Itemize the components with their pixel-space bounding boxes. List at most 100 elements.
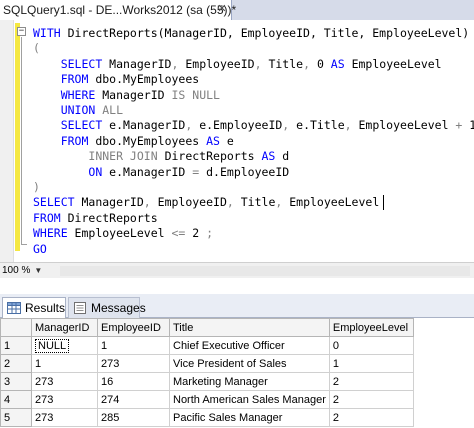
code-token: , — [344, 118, 359, 133]
grid-cell[interactable]: North American Sales Manager — [169, 390, 330, 409]
grid-cell[interactable]: 285 — [97, 408, 170, 427]
code-token: WITH — [33, 26, 68, 40]
editor-margin — [0, 20, 14, 262]
tab-results-label: Results — [25, 301, 66, 315]
results-grid[interactable]: ManagerID EmployeeID Title EmployeeLevel… — [0, 318, 474, 428]
code-token: SELECT — [60, 118, 110, 133]
code-token: = — [192, 164, 207, 179]
table-row[interactable]: 3 273 16 Marketing Manager 2 — [0, 372, 414, 391]
code-token: FROM — [60, 72, 96, 87]
grid-cell[interactable]: NULL — [31, 336, 98, 355]
grid-cell[interactable]: 273 — [31, 408, 98, 427]
code-token: d.EmployeeID — [206, 164, 290, 179]
code-token: ManagerID — [102, 87, 172, 102]
code-token: EmployeeLevel — [358, 118, 456, 133]
code-token: SELECT — [60, 56, 110, 71]
code-token: ON — [88, 164, 110, 179]
query-editor[interactable]: − WITH DirectReports ( ManagerID, Employee… — [0, 20, 474, 262]
grid-cell[interactable]: 273 — [31, 372, 98, 391]
zoom-dropdown-icon[interactable]: ▼ — [34, 266, 42, 275]
code-token: SELECT — [33, 195, 82, 210]
code-token: INNER JOIN — [88, 149, 165, 164]
code-token: EmployeeLevel — [74, 226, 172, 241]
code-token: EmployeeLevel — [289, 195, 380, 210]
grid-cell[interactable]: Chief Executive Officer — [169, 336, 330, 355]
close-icon[interactable]: ✕ — [214, 1, 230, 18]
code-token: GO — [33, 241, 47, 256]
code-token: FROM — [33, 210, 68, 225]
code-token: + — [455, 118, 470, 133]
messages-icon — [73, 301, 87, 315]
document-tab-strip: SQLQuery1.sql - DE...Works2012 (sa (55))… — [0, 0, 474, 20]
grid-cell[interactable]: 2 — [328, 408, 414, 427]
grid-cell[interactable]: 1 — [97, 336, 170, 355]
row-number[interactable]: 3 — [0, 372, 32, 391]
grid-cell[interactable]: 273 — [97, 354, 170, 373]
tab-messages-label: Messages — [91, 301, 146, 315]
code-token: WHERE — [60, 87, 103, 102]
text-caret — [383, 195, 385, 211]
outline-guide-line — [21, 37, 22, 245]
code-token: AS — [261, 149, 283, 164]
outline-guide-end — [21, 244, 27, 245]
row-number[interactable]: 4 — [0, 390, 32, 409]
table-row[interactable]: 2 1 273 Vice President of Sales 1 — [0, 354, 414, 373]
code-token: 2 — [192, 226, 207, 241]
query-document-tab[interactable]: SQLQuery1.sql - DE...Works2012 (sa (55))… — [0, 0, 236, 20]
code-token: e.Title — [296, 118, 345, 133]
code-token: , — [282, 118, 297, 133]
code-line[interactable]: WITH DirectReports(ManagerID, EmployeeID… — [33, 24, 474, 42]
column-header-employeelevel[interactable]: EmployeeLevel — [328, 318, 414, 337]
grid-cell[interactable]: 2 — [328, 372, 414, 391]
grid-cell[interactable]: Pacific Sales Manager — [169, 408, 330, 427]
grid-cell[interactable]: 274 — [97, 390, 170, 409]
table-row[interactable]: 1 NULL 1 Chief Executive Officer 0 — [0, 336, 414, 355]
grid-cell[interactable]: Marketing Manager — [169, 372, 330, 391]
tab-results[interactable]: Results — [2, 297, 66, 318]
grid-cell[interactable]: 0 — [328, 336, 414, 355]
grid-cell-value: NULL — [35, 338, 70, 353]
grid-icon — [7, 301, 21, 315]
code-line[interactable]: ON e.ManagerID = d.EmployeeID — [33, 163, 289, 181]
column-header-managerid[interactable]: ManagerID — [31, 318, 98, 337]
code-token: EmployeeID — [157, 195, 227, 210]
grid-cell[interactable]: 1 — [31, 354, 98, 373]
grid-cell[interactable]: 273 — [31, 390, 98, 409]
grid-corner-header[interactable] — [0, 318, 32, 337]
code-token: Title — [268, 56, 304, 71]
grid-cell[interactable]: 2 — [328, 390, 414, 409]
code-token: , — [171, 56, 186, 71]
code-token: WHERE — [33, 226, 75, 241]
code-token: UNION — [60, 103, 103, 117]
code-token: 0 — [316, 56, 331, 71]
code-token: , — [226, 195, 241, 210]
grid-cell[interactable]: 1 — [328, 354, 414, 373]
code-line[interactable]: GO — [33, 240, 47, 258]
tab-messages[interactable]: Messages — [68, 297, 146, 318]
grid-cell[interactable]: 16 — [97, 372, 170, 391]
code-token: ( — [33, 41, 40, 56]
editor-horizontal-scrollbar[interactable] — [60, 266, 470, 276]
column-header-title[interactable]: Title — [169, 318, 330, 337]
row-number[interactable]: 2 — [0, 354, 32, 373]
grid-cell[interactable]: Vice President of Sales — [169, 354, 330, 373]
column-header-employeeid[interactable]: EmployeeID — [97, 318, 170, 337]
sql-code-area[interactable]: WITH DirectReports ( ManagerID, EmployeeID… — [33, 24, 474, 260]
code-token: IS NULL — [171, 87, 220, 102]
code-token: DirectReports — [67, 210, 158, 225]
row-number[interactable]: 1 — [0, 336, 32, 355]
code-token: EmployeeLevel — [351, 56, 442, 71]
zoom-level[interactable]: 100 % — [2, 265, 30, 276]
row-number[interactable]: 5 — [0, 408, 32, 427]
code-token: ; — [206, 226, 214, 241]
code-token: ManagerID — [81, 195, 144, 210]
table-row[interactable]: 5 273 285 Pacific Sales Manager 2 — [0, 408, 414, 427]
code-line[interactable]: WHERE EmployeeLevel <= 2 ; — [33, 224, 213, 242]
collapse-toggle-icon[interactable]: − — [17, 27, 26, 36]
table-row[interactable]: 4 273 274 North American Sales Manager 2 — [0, 390, 414, 409]
